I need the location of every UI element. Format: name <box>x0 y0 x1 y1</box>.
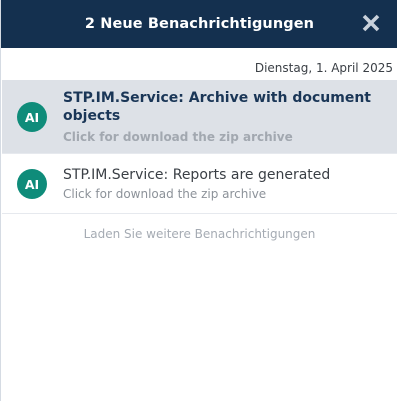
notification-subtitle[interactable]: Click for download the zip archive <box>63 129 384 145</box>
notification-title: STP.IM.Service: Reports are generated <box>63 167 331 183</box>
load-more-link[interactable]: Laden Sie weitere Benachrichtigungen <box>1 227 397 241</box>
notification-content: STP.IM.Service: Reports are generated Cl… <box>63 166 384 202</box>
notifications-header: 2 Neue Benachrichtigungen <box>1 0 397 48</box>
close-icon <box>362 14 380 32</box>
notification-subtitle[interactable]: Click for download the zip archive <box>63 186 384 202</box>
notification-item[interactable]: AI STP.IM.Service: Reports are generated… <box>2 156 397 214</box>
notification-content: STP.IM.Service: Archive with document ob… <box>63 89 384 145</box>
avatar: AI <box>17 169 47 199</box>
header-title: 2 Neue Benachrichtigungen <box>84 16 315 32</box>
close-button[interactable] <box>360 12 382 34</box>
avatar: AI <box>17 102 47 132</box>
notifications-panel: 2 Neue Benachrichtigungen Dienstag, 1. A… <box>0 0 397 401</box>
notification-item[interactable]: AI STP.IM.Service: Archive with document… <box>2 80 397 154</box>
notification-title: STP.IM.Service: Archive with document ob… <box>63 90 371 124</box>
date-label: Dienstag, 1. April 2025 <box>254 61 393 75</box>
